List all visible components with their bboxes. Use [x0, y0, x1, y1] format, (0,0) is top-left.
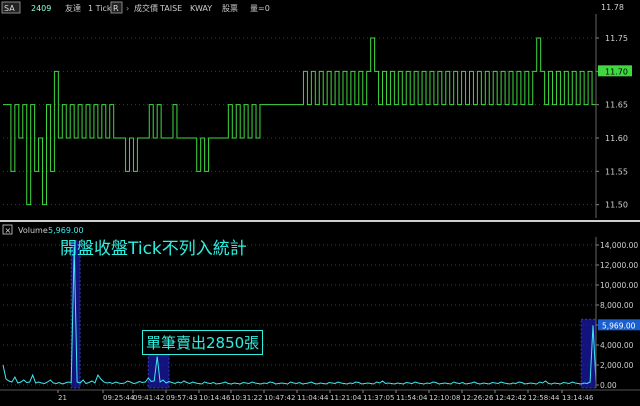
volume-line [2, 246, 597, 385]
time-axis: 21 09:25:4409:41:42 09:57:43 10:14:46 10:31:… [0, 389, 640, 402]
volume-tick-label: 2,000.00 [600, 361, 634, 370]
interval-selector[interactable]: 1 Tick [88, 4, 112, 13]
exchange-label: TAISE [159, 4, 182, 13]
volume-tick-label: 8,000.00 [600, 301, 634, 310]
volume-tick-label: 14,000.00 [600, 241, 638, 250]
time-tick-label: 21 [58, 394, 67, 402]
time-tick-label: 09:41:42 [133, 394, 164, 402]
single-trade-annotation: 單筆賣出2850張 [142, 330, 264, 355]
time-tick-label: 10:31:22 [231, 394, 262, 402]
volume-title: Volume [18, 226, 48, 235]
volume-tick-label: 4,000.00 [600, 341, 634, 350]
price-top-label: 11.78 [601, 3, 624, 12]
r-button-label[interactable]: R [113, 4, 119, 13]
chart-window: SA 2409 友達 1 Tick R › 成交價 TAISE KWAY 股票 … [0, 0, 640, 402]
last-price-label: 11.70 [605, 67, 628, 76]
volume-tick-label: 0.00 [600, 381, 617, 390]
volume-gridlines [3, 244, 596, 386]
time-tick-label: 12:58:44 [528, 394, 560, 402]
time-tick-label: 12:26:26 [462, 394, 494, 402]
volume-highlight-boxes [70, 240, 597, 389]
price-tick-label: 11.75 [605, 34, 628, 43]
qty-label: 量=0 [250, 4, 270, 13]
sa-button-label[interactable]: SA [4, 4, 15, 13]
chevron-right-icon: › [126, 4, 129, 13]
time-tick-label: 11:21:04 [330, 394, 362, 402]
price-tick-label: 11.60 [605, 134, 628, 143]
price-tick-label: 11.50 [605, 201, 628, 210]
price-axis: 11.5011.5511.6011.6511.7011.7511.7811.70 [595, 3, 632, 218]
time-tick-label: 12:10:08 [429, 394, 460, 402]
symbol-code[interactable]: 2409 [31, 4, 51, 13]
time-tick-label: 10:14:46 [199, 394, 231, 402]
volume-axis: 0.002,000.004,000.006,000.008,000.0010,0… [595, 237, 640, 390]
time-tick-label: 11:37:05 [363, 394, 394, 402]
chart-canvas: SA 2409 友達 1 Tick R › 成交價 TAISE KWAY 股票 … [0, 1, 640, 402]
volume-series [2, 246, 597, 385]
highlight-box [580, 318, 597, 389]
time-tick-label: 11:54:04 [396, 394, 428, 402]
stock-label: 股票 [222, 4, 238, 13]
time-tick-label: 10:47:42 [264, 394, 295, 402]
price-line [3, 37, 597, 206]
time-tick-label: 09:57:43 [166, 394, 197, 402]
time-tick-label: 12:42:42 [495, 394, 526, 402]
time-tick-label: 11:04:44 [297, 394, 329, 402]
last-volume-label: 5,969.00 [602, 321, 636, 330]
time-tick-label: 09:25:44 [103, 394, 135, 402]
volume-tick-label: 10,000.00 [600, 281, 638, 290]
price-series [3, 37, 597, 206]
source-label: KWAY [190, 4, 212, 13]
price-tick-label: 11.55 [605, 167, 628, 176]
price-tick-label: 11.65 [605, 101, 628, 110]
price-type-label: 成交價 [134, 3, 158, 13]
volume-tick-label: 12,000.00 [600, 261, 638, 270]
symbol-name[interactable]: 友達 [65, 3, 81, 13]
open-close-annotation: 開盤收盤Tick不列入統計 [60, 239, 247, 259]
close-icon[interactable]: × [5, 226, 12, 235]
toolbar: SA 2409 友達 1 Tick R › 成交價 TAISE KWAY 股票 … [1, 1, 270, 14]
price-gridlines [3, 37, 596, 206]
time-tick-label: 13:14:46 [562, 394, 594, 402]
